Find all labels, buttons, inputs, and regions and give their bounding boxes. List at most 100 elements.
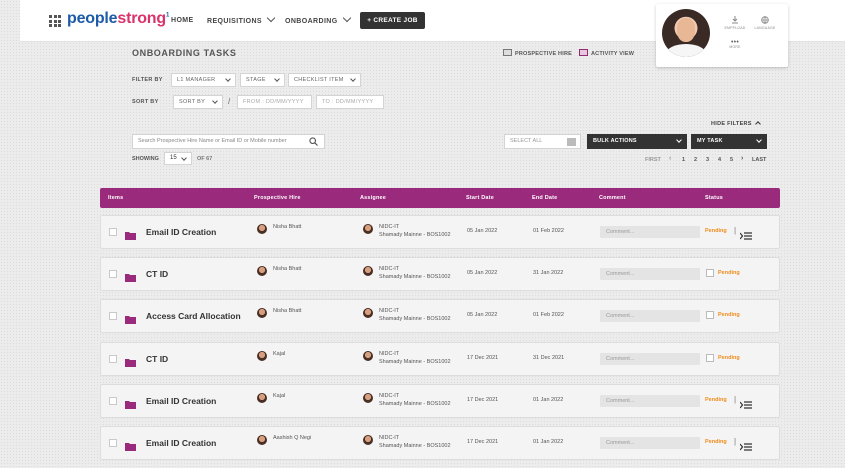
item-name[interactable]: CT ID (146, 354, 168, 364)
table-row[interactable]: Email ID Creation Nisha Bhatt NIDC-IT Shama… (100, 215, 780, 249)
comment-input[interactable]: Comment... (600, 268, 700, 280)
pager-page-3[interactable]: 3 (706, 157, 709, 163)
pager-page-5[interactable]: 5 (730, 157, 733, 163)
row-checkbox[interactable] (109, 397, 117, 405)
column-header-comment: Comment (599, 195, 626, 201)
status-badge: Pending (718, 270, 740, 276)
select-all-control[interactable]: SELECT ALL (504, 134, 581, 149)
start-date: 05 Jan 2022 (467, 270, 498, 276)
end-date: 31 Dec 2021 (533, 355, 565, 361)
prospective-hire-name[interactable]: Nisha Bhatt (273, 224, 301, 230)
end-date: 01 Feb 2022 (533, 312, 564, 318)
comment-input[interactable]: Comment... (600, 310, 700, 322)
table-row[interactable]: CT ID Nisha Bhatt NIDC-IT Shamady Mainne - … (100, 257, 780, 291)
end-date: 31 Jan 2022 (533, 270, 564, 276)
pager-next-icon[interactable]: › (741, 155, 743, 162)
chevron-down-icon (266, 13, 276, 23)
assignee-info: NIDC-IT Shamady Mainne - BOS1002 (379, 351, 451, 365)
sort-by-dropdown[interactable]: SORT BY (173, 95, 223, 109)
from-date-input[interactable]: FROM : DD/MM/YYYY (237, 95, 312, 109)
table-header: Items Prospective Hire Assignee Start Da… (100, 188, 780, 208)
column-header-assignee: Assignee (360, 195, 387, 201)
activity-view-toggle[interactable]: ACTIVITY VIEW (579, 49, 634, 57)
search-icon[interactable] (309, 137, 318, 146)
nav-requisitions[interactable]: REQUISITIONS (207, 13, 276, 25)
prospective-hire-name[interactable]: Kajal (273, 351, 285, 357)
pager-page-1[interactable]: 1 (682, 157, 685, 163)
table-row[interactable]: Email ID Creation Aashish Q Negi NIDC-IT Sh… (100, 426, 780, 460)
brand-logo[interactable]: peoplestrong1 (67, 10, 169, 28)
row-checkbox[interactable] (109, 228, 117, 236)
app-grid-icon[interactable] (49, 15, 61, 27)
create-job-button[interactable]: + CREATE JOB (360, 12, 425, 29)
status-badge: Pending (705, 397, 727, 403)
language-button[interactable]: LANGUAGE (752, 16, 778, 30)
actions-menu-icon[interactable] (739, 438, 752, 456)
start-date: 17 Dec 2021 (467, 397, 499, 403)
view-checkbox-icon (503, 49, 512, 56)
nav-onboarding[interactable]: ONBOARDING (285, 13, 351, 25)
folder-icon (125, 354, 136, 372)
assignee-info: NIDC-IT Shamady Mainne - BOS1002 (379, 266, 451, 280)
item-name[interactable]: Email ID Creation (146, 396, 216, 406)
row-checkbox[interactable] (109, 270, 117, 278)
checklist-item-dropdown[interactable]: CHECKLIST ITEM (288, 73, 361, 87)
search-input[interactable]: Search Prospective Hire Name or Email ID… (132, 134, 325, 149)
select-all-checkbox[interactable] (567, 138, 576, 146)
bulk-actions-dropdown[interactable]: BULK ACTIONS (587, 134, 687, 149)
prospective-hire-name[interactable]: Aashish Q Negi (273, 435, 311, 441)
comment-input[interactable]: Comment... (600, 226, 700, 238)
assignee-avatar (363, 308, 373, 318)
column-header-status: Status (705, 195, 724, 201)
sort-by-label: SORT BY (132, 99, 159, 105)
prospective-hire-view-toggle[interactable]: PROSPECTIVE HIRE (503, 49, 572, 57)
more-button[interactable]: ••• MORE (722, 39, 748, 49)
column-header-items: Items (108, 195, 124, 201)
pager-prev-icon[interactable]: ‹ (669, 155, 671, 162)
pager-page-2[interactable]: 2 (694, 157, 697, 163)
status-checkbox[interactable] (706, 269, 714, 277)
comment-input[interactable]: Comment... (600, 437, 700, 449)
my-task-dropdown[interactable]: MY TASK (691, 134, 767, 149)
stage-dropdown[interactable]: STAGE (240, 73, 285, 87)
status-badge: Pending (718, 355, 740, 361)
avatar[interactable] (662, 9, 710, 57)
prospective-hire-name[interactable]: Kajal (273, 393, 285, 399)
hire-avatar (257, 393, 267, 403)
prospective-hire-name[interactable]: Nisha Bhatt (273, 308, 301, 314)
comment-input[interactable]: Comment... (600, 395, 700, 407)
item-name[interactable]: Access Card Allocation (146, 311, 241, 321)
pager-page-4[interactable]: 4 (718, 157, 721, 163)
item-name[interactable]: CT ID (146, 269, 168, 279)
separator: | (734, 437, 737, 446)
comment-input[interactable]: Comment... (600, 353, 700, 365)
download-profile-button[interactable]: EMPPLOAD (722, 16, 748, 30)
status-checkbox[interactable] (706, 311, 714, 319)
row-checkbox[interactable] (109, 312, 117, 320)
assignee-info: NIDC-IT Shamady Mainne - BOS1002 (379, 393, 451, 407)
table-row[interactable]: Access Card Allocation Nisha Bhatt NIDC-IT… (100, 299, 780, 333)
page-size-select[interactable]: 15 (164, 152, 192, 165)
item-name[interactable]: Email ID Creation (146, 438, 216, 448)
separator: / (228, 97, 231, 106)
pager-last[interactable]: LAST (752, 157, 766, 163)
prospective-hire-name[interactable]: Nisha Bhatt (273, 266, 301, 272)
actions-menu-icon[interactable] (739, 396, 752, 414)
hide-filters-toggle[interactable]: HIDE FILTERS (711, 121, 761, 127)
view-checkbox-icon (579, 49, 588, 56)
end-date: 01 Jan 2022 (533, 439, 564, 445)
pager-first[interactable]: FIRST (645, 157, 661, 163)
chevron-down-icon (676, 137, 682, 143)
table-row[interactable]: CT ID Kajal NIDC-IT Shamady Mainne - BOS100… (100, 342, 780, 376)
table-row[interactable]: Email ID Creation Kajal NIDC-IT Shamady Mai… (100, 384, 780, 418)
row-checkbox[interactable] (109, 439, 117, 447)
actions-menu-icon[interactable] (739, 227, 752, 245)
status-checkbox[interactable] (706, 354, 714, 362)
hire-avatar (257, 224, 267, 234)
globe-icon (761, 16, 769, 24)
row-checkbox[interactable] (109, 355, 117, 363)
nav-home[interactable]: HOME (171, 17, 194, 24)
l1-manager-dropdown[interactable]: L1 MANAGER (171, 73, 236, 87)
to-date-input[interactable]: TO : DD/MM/YYYY (316, 95, 384, 109)
item-name[interactable]: Email ID Creation (146, 227, 216, 237)
